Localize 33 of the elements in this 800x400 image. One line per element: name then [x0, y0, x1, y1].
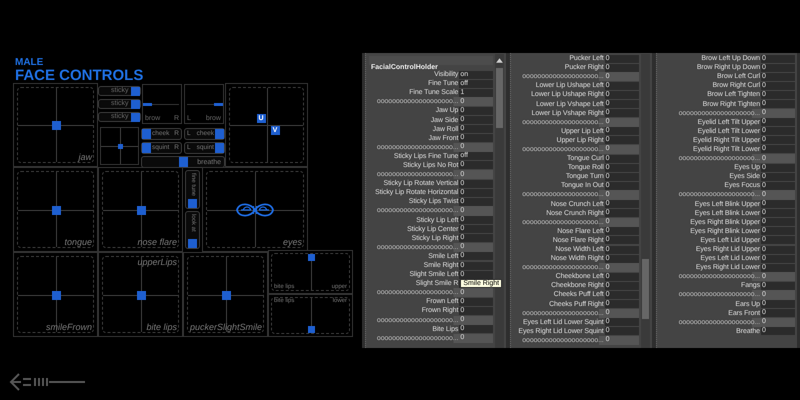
pad-label: bite lips	[146, 322, 177, 332]
slider-handle[interactable]	[131, 87, 140, 96]
scroll-up-icon[interactable]	[495, 56, 504, 65]
control-handle[interactable]	[52, 206, 60, 214]
slider-handle[interactable]	[215, 129, 224, 139]
control-handle[interactable]	[136, 206, 146, 214]
rig-subtitle: MALE	[15, 58, 44, 68]
rig-title: FACE CONTROLS	[15, 68, 144, 83]
pad-label: jaw	[78, 152, 92, 162]
control-handle[interactable]	[118, 144, 122, 149]
control-handle[interactable]	[52, 290, 60, 300]
pad-label: upperLips	[137, 257, 177, 267]
slider-handle[interactable]	[131, 112, 140, 122]
control-handle[interactable]	[308, 254, 314, 261]
slider-handle[interactable]	[142, 129, 151, 139]
slider-handle[interactable]	[142, 143, 151, 153]
control-handle[interactable]	[52, 121, 60, 130]
slider-handle[interactable]	[188, 239, 197, 248]
pad-label: puckerSlightSmile	[190, 322, 262, 332]
pad-label: tongue	[64, 237, 92, 247]
slider-handle[interactable]	[214, 103, 223, 106]
slider-handle[interactable]	[131, 100, 140, 109]
slider-handle[interactable]	[178, 157, 188, 167]
pad-label: smileFrown	[46, 322, 92, 332]
scrollbar[interactable]	[640, 54, 650, 348]
control-handle[interactable]	[222, 290, 230, 300]
slider-handle[interactable]	[188, 198, 197, 208]
slider-handle[interactable]	[215, 143, 224, 153]
control-handle[interactable]	[308, 326, 314, 333]
slider-handle[interactable]	[143, 103, 152, 106]
pad-label: nose flare	[137, 237, 177, 247]
pad-label: eyes	[282, 237, 302, 247]
control-handle[interactable]	[136, 290, 146, 300]
